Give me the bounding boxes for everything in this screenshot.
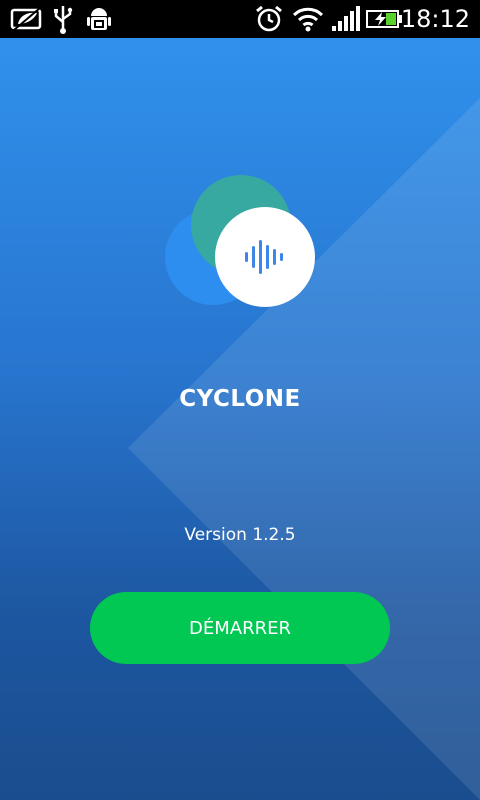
alarm-icon bbox=[254, 4, 284, 38]
app-logo bbox=[160, 171, 320, 311]
notification-leaf-icon bbox=[10, 4, 44, 38]
wifi-icon bbox=[292, 4, 324, 38]
usb-icon bbox=[52, 4, 74, 38]
version-label: Version 1.2.5 bbox=[184, 525, 296, 545]
status-time: 18:12 bbox=[400, 5, 470, 33]
splash-screen: CYCLONE Version 1.2.5 DÉMARRER bbox=[0, 38, 480, 800]
background-chevron bbox=[128, 98, 480, 800]
sound-wave-icon bbox=[245, 240, 283, 274]
app-name: CYCLONE bbox=[179, 386, 301, 412]
battery-charging-icon bbox=[366, 4, 404, 38]
android-debug-icon bbox=[86, 4, 112, 38]
start-button[interactable]: DÉMARRER bbox=[90, 592, 390, 664]
logo-circle-white bbox=[215, 207, 315, 307]
status-bar: 18:12 bbox=[0, 0, 480, 38]
signal-icon bbox=[330, 4, 360, 38]
